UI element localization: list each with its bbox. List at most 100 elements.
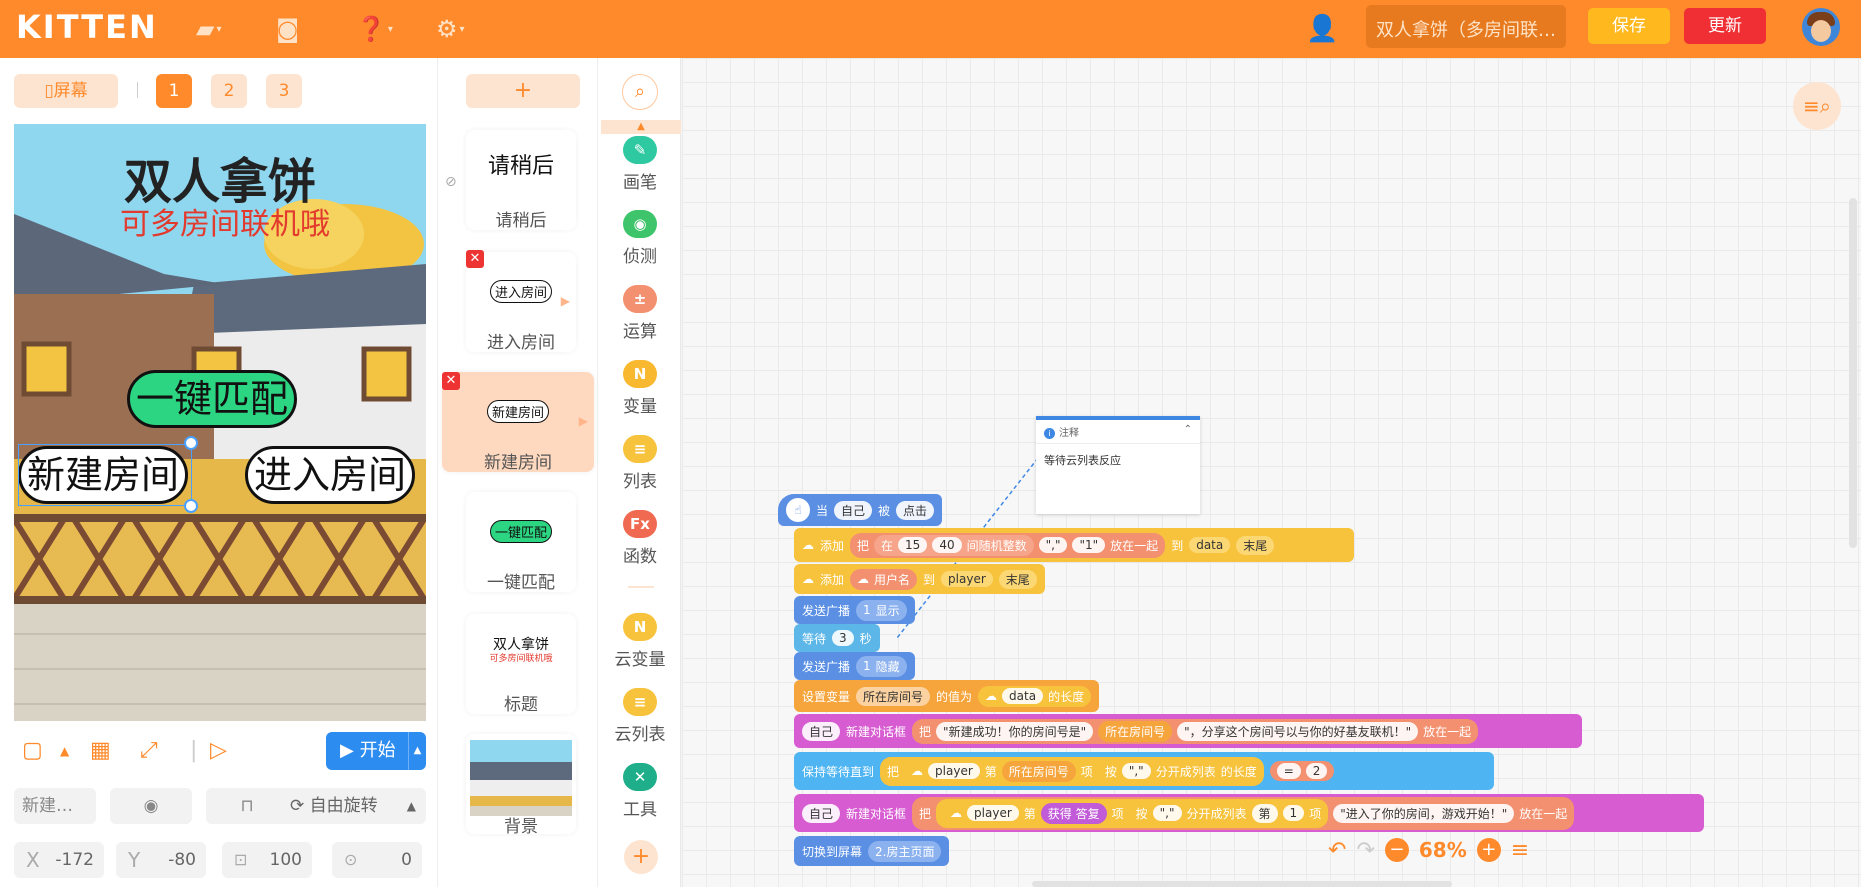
property-row-1: 新建… ◉ ⊓ ⟳ 自由旋转 ▲ bbox=[14, 788, 434, 828]
category-cloud-var[interactable]: N 云变量 bbox=[598, 613, 682, 670]
tool-icon: ✕ bbox=[623, 763, 657, 791]
stage-canvas[interactable]: 双人拿饼 可多房间联机哦 一键匹配 新建房间 进入房间 bbox=[14, 124, 426, 721]
help-icon[interactable]: ❓ ▾ bbox=[356, 14, 393, 44]
resize-handle-icon[interactable] bbox=[184, 499, 198, 513]
sprite-card[interactable]: 背景 bbox=[466, 734, 576, 837]
cloud-icon: ☁ bbox=[911, 764, 924, 778]
search-icon[interactable]: ⌕ bbox=[622, 74, 658, 110]
category-calc[interactable]: ± 运算 bbox=[598, 285, 682, 342]
app-logo[interactable]: KITTEN bbox=[16, 8, 158, 46]
calc-icon: ± bbox=[623, 285, 657, 313]
category-list[interactable]: ≡ 列表 bbox=[598, 435, 682, 492]
angle-field[interactable]: ⊙ 0 bbox=[332, 842, 422, 878]
rotate-handle-icon[interactable] bbox=[184, 436, 198, 450]
detect-icon: ◉ bbox=[623, 210, 657, 238]
sprite-card-selected[interactable]: 新建房间 新建房间 ▶ bbox=[442, 372, 594, 473]
cloud-list-icon: ≡ bbox=[623, 688, 657, 716]
sprite-list: + 请稍后 请稍后 ⊘ 进入房间 进入房间 ▶ ✕ 新建房间 新建房间 ▶ ✕ … bbox=[437, 58, 597, 887]
wait-block[interactable]: 等待 3 秒 bbox=[794, 624, 880, 652]
stage-subtitle-text: 可多房间联机哦 bbox=[120, 207, 330, 242]
visibility-eye-icon[interactable]: ◉ bbox=[110, 788, 192, 824]
add-username-block[interactable]: ☁ 添加 ☁ 用户名 到 player 末尾 bbox=[794, 564, 1045, 594]
rotation-mode-select[interactable]: ⟳ 自由旋转 ▲ bbox=[276, 788, 426, 824]
sprite-card[interactable]: 一键匹配 一键匹配 bbox=[466, 492, 576, 593]
screen-button[interactable]: ▯屏幕 bbox=[14, 74, 118, 108]
category-variable[interactable]: N 变量 bbox=[598, 360, 682, 417]
add-to-cloud-list-block[interactable]: ☁ 添加 把 在 15 40 间随机整数 "," "1" 放在一起 到 data 末尾 bbox=[794, 528, 1354, 562]
wait-until-block[interactable]: 保持等待直到 把 ☁ player 第所在房间号项 按 "," 分开成列表 的长度 = 2 bbox=[794, 752, 1494, 790]
zoom-in-icon[interactable]: + bbox=[1476, 838, 1501, 862]
sprite-card[interactable]: 请稍后 请稍后 bbox=[466, 130, 576, 231]
comment-note[interactable]: i 注释 ⌃ 等待云列表反应 bbox=[1036, 416, 1200, 514]
folder-icon[interactable]: ▰ ▾ bbox=[196, 14, 222, 44]
add-collaborator-icon[interactable]: 👤 bbox=[1306, 14, 1338, 44]
category-pen[interactable]: ✎ 画笔 bbox=[598, 136, 682, 193]
cloud-icon: ☁ bbox=[985, 689, 998, 703]
property-row-2: X -172 Y -80 ⊡ 100 ⊙ 0 bbox=[14, 842, 434, 882]
new-dialog-block-2[interactable]: 自己 新建对话框 把 ☁ player 第获得 答复项 按 "," 分开成列表第 1 项 "进… bbox=[794, 794, 1704, 832]
zoom-level: 68% bbox=[1418, 838, 1467, 862]
page-button-3[interactable]: 3 bbox=[266, 74, 302, 108]
switch-screen-block[interactable]: 切换到屏幕 2.房主页面 bbox=[794, 836, 950, 866]
top-bar: KITTEN ▰ ▾ ◙ ❓ ▾ ⚙ ▾ 👤 双人拿饼（多房间联… 保存 更新 bbox=[0, 0, 1861, 58]
update-button[interactable]: 更新 bbox=[1684, 8, 1766, 44]
enter-room-sprite[interactable]: 进入房间 bbox=[245, 446, 415, 504]
cloud-icon: ☁ bbox=[950, 806, 963, 820]
add-sprite-button[interactable]: + bbox=[466, 74, 580, 108]
broadcast-hide-block[interactable]: 发送广播 1 隐藏 bbox=[794, 652, 915, 680]
hand-icon: ☝ bbox=[786, 498, 810, 522]
delete-sprite-icon[interactable]: ✕ bbox=[466, 250, 484, 268]
category-tool[interactable]: ✕ 工具 bbox=[598, 763, 682, 820]
start-button[interactable]: ▶ 开始 ▲ bbox=[326, 732, 426, 770]
scroll-up-icon[interactable]: ▲ bbox=[601, 120, 681, 134]
grid-icon[interactable]: ▦ bbox=[90, 738, 111, 763]
caret-up-icon[interactable]: ▲ bbox=[60, 744, 69, 758]
code-workspace[interactable]: ≡⌕ i 注释 ⌃ 等待云列表反应 ☝ 当自己被点击 ☁ 添加 把 在 15 40 间随机整… bbox=[682, 58, 1861, 887]
set-variable-block[interactable]: 设置变量 所在房间号 的值为 ☁ data 的长度 bbox=[794, 680, 1100, 712]
category-detect[interactable]: ◉ 侦测 bbox=[598, 210, 682, 267]
undo-icon[interactable]: ↶ bbox=[1328, 838, 1346, 863]
device-icon[interactable]: ▢ bbox=[22, 738, 43, 763]
sprite-name-field[interactable]: 新建… bbox=[14, 788, 96, 824]
when-clicked-block[interactable]: ☝ 当自己被点击 bbox=[778, 494, 943, 526]
selection-box bbox=[18, 444, 192, 506]
backpack-icon[interactable]: ◙ bbox=[276, 14, 299, 44]
settings-icon[interactable]: ⚙ ▾ bbox=[436, 14, 465, 44]
info-icon: i bbox=[1044, 428, 1055, 439]
project-title[interactable]: 双人拿饼（多房间联… bbox=[1366, 5, 1566, 48]
cloud-icon: ☁ bbox=[802, 572, 814, 586]
stage-panel: ▯屏幕 1 2 3 双人拿饼 可多房间联机哦 一键匹配 新建房间 进入房间 ▢ … bbox=[0, 58, 437, 887]
align-icon[interactable]: ≡ bbox=[1511, 838, 1529, 863]
avatar[interactable] bbox=[1802, 8, 1840, 46]
delete-sprite-icon[interactable]: ✕ bbox=[442, 372, 460, 390]
chevron-right-icon[interactable]: ▶ bbox=[579, 414, 588, 428]
match-sprite[interactable]: 一键匹配 bbox=[127, 370, 297, 428]
page-button-1[interactable]: 1 bbox=[156, 74, 192, 108]
function-icon: Fx bbox=[623, 510, 657, 538]
video-icon[interactable]: ▷ bbox=[210, 738, 227, 763]
background-thumbnail bbox=[470, 740, 572, 816]
broadcast-show-block[interactable]: 发送广播 1 显示 bbox=[794, 596, 915, 624]
y-field[interactable]: Y -80 bbox=[116, 842, 206, 878]
block-category-bar: ⌕ ▲ ✎ 画笔 ◉ 侦测 ± 运算 N 变量 ≡ 列表 Fx 函数 N 云变量 ≡ 云列表 ✕… bbox=[597, 58, 681, 887]
category-function[interactable]: Fx 函数 bbox=[598, 510, 682, 567]
cloud-var-icon: N bbox=[623, 613, 657, 641]
pen-icon: ✎ bbox=[623, 136, 657, 164]
fullscreen-icon[interactable]: ⤢ bbox=[140, 738, 158, 763]
zoom-out-icon[interactable]: − bbox=[1384, 838, 1409, 862]
chevron-right-icon[interactable]: ▶ bbox=[561, 294, 570, 308]
category-cloud-list[interactable]: ≡ 云列表 bbox=[598, 688, 682, 745]
hidden-eye-icon[interactable]: ⊘ bbox=[445, 174, 457, 190]
workspace-controls: ↶ ↷ − 68% + ≡ bbox=[1328, 834, 1529, 866]
new-dialog-block[interactable]: 自己 新建对话框 把 "新建成功！你的房间号是" 所在房间号 "，分享这个房间号以与你的… bbox=[794, 714, 1582, 748]
stage-toolbar: ▢ ▲ ▦ ⤢ | ▷ ▶ 开始 ▲ bbox=[14, 732, 426, 772]
x-field[interactable]: X -172 bbox=[14, 842, 104, 878]
size-field[interactable]: ⊡ 100 bbox=[222, 842, 312, 878]
cloud-icon: ☁ bbox=[802, 538, 814, 552]
save-button[interactable]: 保存 bbox=[1588, 8, 1670, 44]
sprite-card[interactable]: 双人拿饼 可多房间联机哦 标题 bbox=[466, 614, 576, 715]
page-button-2[interactable]: 2 bbox=[211, 74, 247, 108]
redo-icon[interactable]: ↷ bbox=[1356, 838, 1374, 863]
cloud-icon: ☁ bbox=[857, 572, 870, 586]
add-extension-button[interactable]: + bbox=[624, 840, 658, 874]
